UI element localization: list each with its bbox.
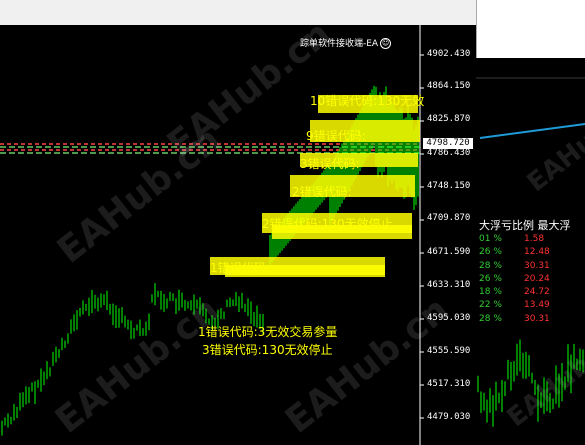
pct-cell: 28 %	[479, 313, 502, 324]
error-annotation: 10错误代码:130无效	[310, 94, 425, 108]
error-annotation: 3错误代码:	[300, 157, 360, 171]
value-cell: 20.24	[524, 273, 550, 284]
pct-cell: 26 %	[479, 247, 502, 258]
indicator-subchart: EAHub.cn	[476, 58, 585, 218]
table-row: 28 % 30.31	[476, 260, 585, 273]
pct-cell: 26 %	[479, 273, 502, 284]
pct-cell: 22 %	[479, 300, 502, 311]
value-cell: 12.48	[524, 247, 550, 258]
table-row: 26 % 20.24	[476, 273, 585, 286]
price-tick: 4902.430	[427, 49, 471, 59]
value-cell: 30.31	[524, 260, 550, 271]
table-row: 22 % 13.49	[476, 299, 585, 312]
value-cell: 30.31	[524, 313, 550, 324]
price-tick: 4786.430	[427, 148, 471, 158]
indicator-canvas	[476, 77, 585, 139]
price-tick: 4709.870	[427, 213, 471, 223]
pct-cell: 28 %	[479, 260, 502, 271]
price-tick: 4825.870	[427, 114, 471, 124]
value-cell: 1.58	[524, 234, 545, 244]
price-tick: 4595.030	[427, 313, 471, 323]
table-row: 18 % 24.72	[476, 286, 585, 299]
current-price-badge: 4798.720	[423, 138, 473, 149]
mini-chart-canvas	[477, 339, 584, 427]
price-tick: 4479.030	[427, 412, 471, 422]
price-tick: 4633.310	[427, 280, 471, 290]
price-tick: 4671.590	[427, 247, 471, 257]
price-chart[interactable]: 踪单软件接收端-EA ☺ 4902.430 4864.150 4825.870 4…	[0, 25, 476, 445]
pct-cell: 18 %	[479, 287, 502, 298]
error-message-2: 3错误代码:130无效停止	[202, 343, 333, 357]
table-row: 28 % 30.31	[476, 313, 585, 326]
price-tick: 4748.150	[427, 181, 471, 191]
ea-status-label: 踪单软件接收端-EA ☺	[300, 36, 392, 49]
chart-canvas[interactable]	[0, 25, 476, 445]
right-panel: EAHub.cn 大浮亏比例 最大浮 01 % 1.58 26 % 12.48 28…	[476, 0, 585, 445]
panel-header-area	[476, 0, 585, 58]
table-header: 大浮亏比例 最大浮	[479, 219, 571, 232]
error-annotation: 9错误代码:	[306, 129, 366, 143]
floating-loss-table: 大浮亏比例 最大浮 01 % 1.58 26 % 12.48 28 % 30.31 2…	[476, 218, 585, 326]
price-tick: 4517.310	[427, 379, 471, 389]
ea-name: 踪单软件接收端-EA	[300, 39, 379, 49]
error-annotation: 2错误代码:130无效停止	[262, 217, 393, 231]
pct-cell: 01 %	[479, 234, 502, 244]
value-cell: 24.72	[524, 287, 550, 298]
mini-chart: EAHub.cn	[476, 323, 585, 445]
table-row: 01 % 1.58	[476, 233, 585, 246]
error-annotation: 2错误代码:	[292, 185, 352, 199]
error-annotation: 1错误代码:	[210, 261, 270, 275]
smiley-icon: ☺	[380, 38, 392, 49]
price-tick: 4555.590	[427, 346, 471, 356]
price-tick: 4864.150	[427, 81, 471, 91]
indicator-line	[479, 123, 585, 139]
value-cell: 13.49	[524, 300, 550, 311]
error-message-1: 1错误代码:3无效交易参量	[198, 325, 338, 339]
table-row: 26 % 12.48	[476, 246, 585, 259]
